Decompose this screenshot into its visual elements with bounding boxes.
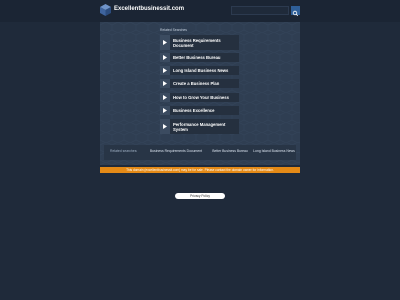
bottom-related-label: Related searches:: [110, 149, 138, 153]
related-link-label: Better Business Bureau: [170, 53, 239, 62]
privacy-policy-button[interactable]: Privacy Policy: [175, 193, 225, 199]
related-link-label: Business Requirements Document: [170, 35, 239, 50]
arrow-right-icon: [160, 79, 170, 88]
related-link-create-a-business-plan[interactable]: Create a Business Plan: [160, 79, 239, 88]
arrow-right-icon: [160, 119, 170, 134]
arrow-right-icon: [160, 53, 170, 62]
related-link-business-requirements-document[interactable]: Business Requirements Document: [160, 35, 239, 50]
related-link-performance-management-system[interactable]: Performance Management System: [160, 119, 239, 134]
related-searches-panel: Related Searches Business Requirements D…: [100, 22, 300, 165]
arrow-right-icon: [160, 66, 170, 75]
search-icon: [292, 10, 299, 17]
arrow-right-icon: [160, 93, 170, 102]
related-link-better-business-bureau[interactable]: Better Business Bureau: [160, 53, 239, 62]
related-link-label: Long Island Business News: [170, 66, 239, 75]
site-name[interactable]: Excellentbusinessit.com: [114, 6, 184, 12]
domain-sale-notice[interactable]: This domain (excellentbusinessit.com) ma…: [100, 167, 300, 173]
related-link-label: Business Excellence: [170, 106, 239, 115]
bottom-link-better-business-bureau[interactable]: Better Business Bureau: [208, 149, 252, 153]
cube-logo-icon[interactable]: [100, 4, 111, 16]
top-bar: Excellentbusinessit.com: [0, 0, 400, 22]
bottom-link-business-requirements-document[interactable]: Business Requirements Document: [144, 149, 208, 153]
search-button[interactable]: [291, 6, 300, 17]
search-input[interactable]: [231, 6, 289, 15]
arrow-right-icon: [160, 35, 170, 50]
related-link-long-island-business-news[interactable]: Long Island Business News: [160, 66, 239, 75]
bottom-link-long-island-business-news[interactable]: Long Island Business News: [252, 149, 296, 153]
related-searches-heading: Related Searches: [160, 28, 187, 32]
related-link-label: How to Grow Your Business: [170, 93, 239, 102]
related-link-how-to-grow-your-business[interactable]: How to Grow Your Business: [160, 93, 239, 102]
related-link-business-excellence[interactable]: Business Excellence: [160, 106, 239, 115]
related-link-label: Create a Business Plan: [170, 79, 239, 88]
related-link-label: Performance Management System: [170, 119, 239, 134]
arrow-right-icon: [160, 106, 170, 115]
bottom-related-links: Related searches: Business Requirements …: [104, 145, 296, 160]
